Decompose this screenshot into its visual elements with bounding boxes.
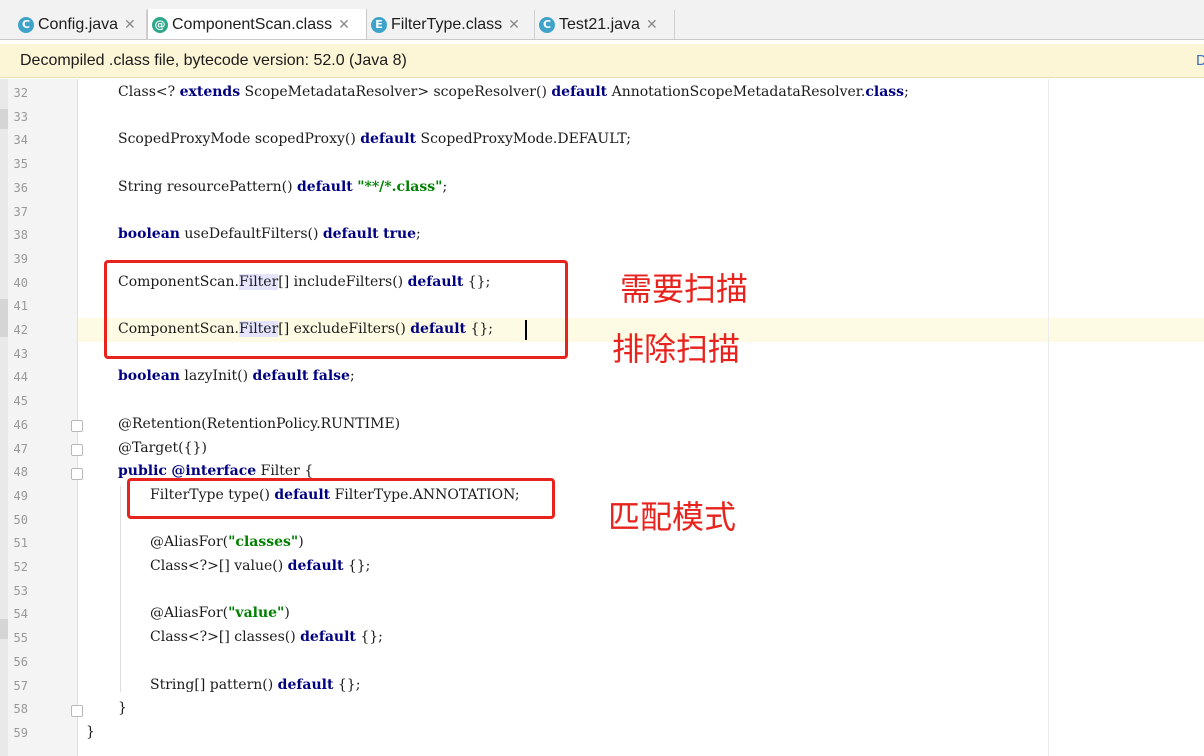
tab-label: ComponentScan.class — [172, 15, 333, 33]
code-text: } — [86, 723, 95, 740]
line-number: 47 — [13, 441, 28, 456]
code-line[interactable]: 53 — [0, 580, 1204, 604]
exclude-annotation-label: 排除扫描 — [612, 330, 741, 368]
code-line[interactable]: 36 String resourcePattern() default "**/*… — [0, 177, 1204, 201]
line-number: 37 — [13, 204, 28, 219]
java-test-class-icon: C — [539, 16, 555, 33]
line-number: 38 — [13, 228, 28, 243]
banner-message: Decompiled .class file, bytecode version… — [20, 52, 407, 69]
code-line[interactable]: 52 Class<?>[] value() default {}; — [0, 556, 1204, 580]
code-line[interactable]: 46 @Retention(RetentionPolicy.RUNTIME) — [0, 414, 1204, 438]
code-text: boolean useDefaultFilters() default true… — [118, 226, 421, 243]
code-text: } — [118, 700, 127, 717]
filter-type-highlight-box — [127, 478, 555, 519]
code-text: Class<?>[] classes() default {}; — [150, 629, 383, 646]
tab-filtertype-class[interactable]: E FilterType.class ✕ — [367, 10, 535, 39]
code-line[interactable]: 33 — [0, 106, 1204, 130]
include-exclude-highlight-box — [104, 260, 568, 359]
code-line[interactable]: 32 Class<? extends ScopeMetadataResolver>… — [0, 82, 1204, 106]
code-text: @Retention(RetentionPolicy.RUNTIME) — [118, 415, 401, 432]
line-number: 54 — [13, 607, 28, 622]
tab-label: Test21.java — [559, 15, 640, 33]
line-number: 53 — [13, 583, 28, 598]
tab-config-java[interactable]: C Config.java ✕ — [14, 10, 147, 39]
tab-bar-divider — [0, 39, 1204, 40]
code-text: String[] pattern() default {}; — [150, 676, 361, 693]
code-line[interactable]: 35 — [0, 153, 1204, 177]
close-icon[interactable]: ✕ — [338, 16, 350, 33]
line-number: 34 — [13, 133, 28, 148]
line-number: 40 — [13, 275, 28, 290]
line-number: 55 — [13, 631, 28, 646]
line-number: 45 — [13, 394, 28, 409]
line-number: 33 — [13, 109, 28, 124]
java-class-icon: C — [18, 16, 34, 33]
tab-componentscan-class[interactable]: @ ComponentScan.class ✕ — [147, 9, 367, 40]
enum-icon: E — [371, 16, 387, 33]
code-text: boolean lazyInit() default false; — [118, 368, 355, 385]
tab-test21-java[interactable]: C Test21.java ✕ — [535, 10, 675, 39]
code-line[interactable]: 34 ScopedProxyMode scopedProxy() default … — [0, 129, 1204, 153]
code-line[interactable]: 45 — [0, 390, 1204, 414]
tab-label: Config.java — [38, 15, 119, 33]
fold-marker-icon[interactable] — [71, 444, 83, 456]
line-number: 39 — [13, 251, 28, 266]
line-number: 57 — [13, 678, 28, 693]
code-line[interactable]: 54 @AliasFor("value") — [0, 603, 1204, 627]
code-text: Class<? extends ScopeMetadataResolver> s… — [118, 84, 909, 100]
code-line[interactable]: 37 — [0, 201, 1204, 225]
close-icon[interactable]: ✕ — [646, 16, 658, 33]
code-text: @AliasFor("value") — [150, 605, 290, 622]
close-icon[interactable]: ✕ — [124, 16, 136, 33]
line-number: 50 — [13, 512, 28, 527]
code-text: Class<?>[] value() default {}; — [150, 558, 371, 574]
code-line[interactable]: 38 boolean useDefaultFilters() default tr… — [0, 224, 1204, 248]
code-text: String resourcePattern() default "**/*.c… — [118, 178, 448, 195]
fold-marker-icon[interactable] — [71, 705, 83, 717]
code-text: @AliasFor("classes") — [150, 534, 304, 551]
tab-label: FilterType.class — [391, 15, 503, 33]
line-number: 48 — [13, 465, 28, 480]
line-number: 41 — [13, 299, 28, 314]
match-mode-annotation-label: 匹配模式 — [608, 498, 737, 536]
line-number: 56 — [13, 654, 28, 669]
line-number: 36 — [13, 180, 28, 195]
line-number: 35 — [13, 157, 28, 172]
code-line[interactable]: 58} — [0, 698, 1204, 722]
fold-marker-icon[interactable] — [71, 468, 83, 480]
code-text: ScopedProxyMode scopedProxy() default Sc… — [118, 131, 631, 148]
code-text: public @interface Filter { — [118, 463, 314, 480]
line-number: 49 — [13, 488, 28, 503]
line-number: 42 — [13, 323, 28, 337]
code-line[interactable]: 51 @AliasFor("classes") — [0, 532, 1204, 556]
line-number: 46 — [13, 417, 28, 432]
code-line[interactable]: 57 String[] pattern() default {}; — [0, 675, 1204, 699]
close-icon[interactable]: ✕ — [508, 16, 520, 33]
indent-guide — [120, 486, 121, 692]
line-number: 51 — [13, 536, 28, 551]
decompiled-banner: Decompiled .class file, bytecode version… — [0, 44, 1204, 78]
line-number: 43 — [13, 346, 28, 361]
line-number: 32 — [13, 86, 28, 100]
line-number: 44 — [13, 370, 28, 385]
line-number: 58 — [13, 702, 28, 717]
banner-link[interactable]: D — [1196, 52, 1204, 69]
annotation-icon: @ — [152, 16, 168, 33]
code-line[interactable]: 44 boolean lazyInit() default false; — [0, 366, 1204, 390]
code-text: @Target({}) — [118, 439, 207, 456]
fold-marker-icon[interactable] — [71, 420, 83, 432]
code-line[interactable]: 47 @Target({}) — [0, 438, 1204, 462]
code-line[interactable]: 56 — [0, 651, 1204, 675]
line-number: 52 — [13, 560, 28, 574]
include-annotation-label: 需要扫描 — [620, 270, 749, 308]
line-number: 59 — [13, 725, 28, 740]
code-line[interactable]: 59} — [0, 722, 1204, 746]
code-line[interactable]: 55 Class<?>[] classes() default {}; — [0, 627, 1204, 651]
